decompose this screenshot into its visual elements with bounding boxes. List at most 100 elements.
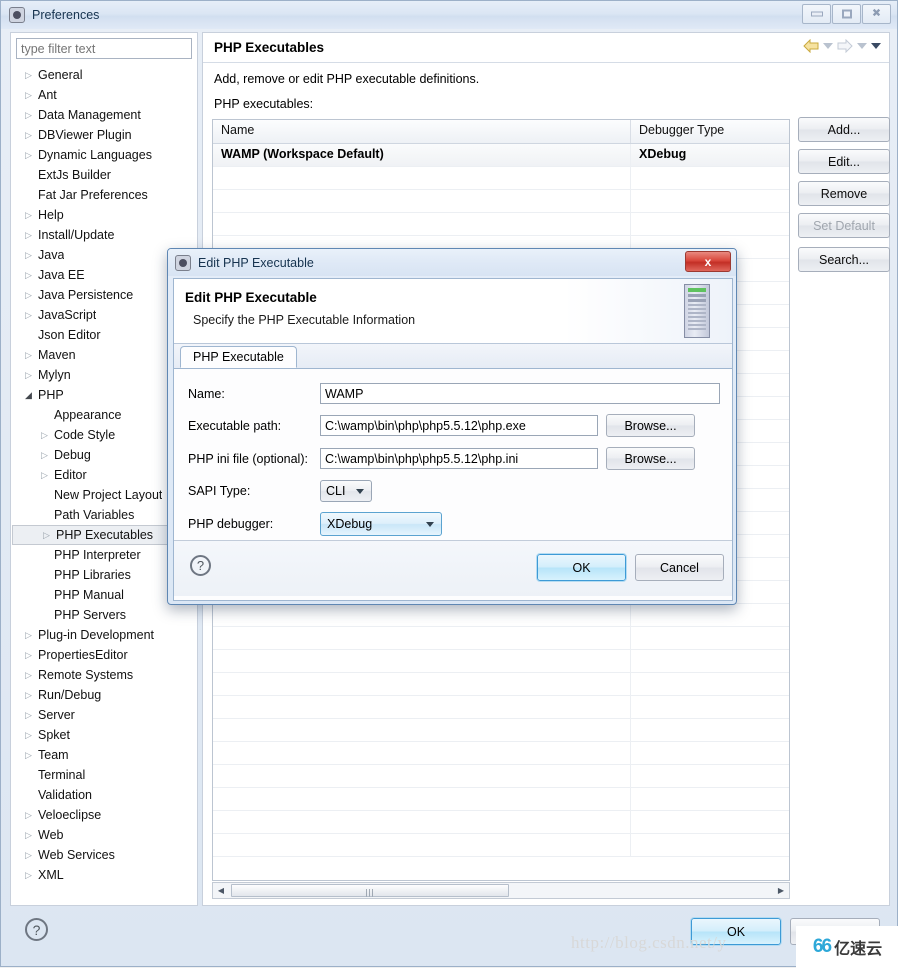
- sidebar-item-extjs-builder[interactable]: ExtJs Builder: [11, 165, 197, 185]
- chevron-right-icon[interactable]: ▷: [25, 870, 38, 880]
- sidebar-item-php-servers[interactable]: PHP Servers: [11, 605, 197, 625]
- remove-button[interactable]: Remove: [798, 181, 890, 206]
- sidebar-item-label: Terminal: [38, 768, 86, 782]
- sidebar-item-label: PHP Interpreter: [54, 548, 141, 562]
- search-input[interactable]: [16, 38, 192, 59]
- tab-php-executable[interactable]: PHP Executable: [180, 346, 297, 368]
- add-button[interactable]: Add...: [798, 117, 890, 142]
- dialog-close-button[interactable]: x: [685, 251, 731, 272]
- chevron-right-icon[interactable]: ▷: [25, 370, 38, 380]
- chevron-right-icon[interactable]: ▷: [25, 810, 38, 820]
- chevron-right-icon[interactable]: ▷: [25, 750, 38, 760]
- chevron-right-icon[interactable]: ▷: [25, 690, 38, 700]
- table-row[interactable]: WAMP (Workspace Default) XDebug: [213, 144, 789, 167]
- sidebar-item-plug-in-development[interactable]: ▷ Plug-in Development: [11, 625, 197, 645]
- sidebar-item-fat-jar-preferences[interactable]: Fat Jar Preferences: [11, 185, 197, 205]
- help-icon[interactable]: ?: [25, 918, 48, 941]
- sidebar-item-propertieseditor[interactable]: ▷ PropertiesEditor: [11, 645, 197, 665]
- logo-text: 亿速云: [834, 941, 883, 958]
- name-field[interactable]: [320, 383, 720, 404]
- sidebar-item-run-debug[interactable]: ▷ Run/Debug: [11, 685, 197, 705]
- chevron-right-icon[interactable]: ▷: [25, 250, 38, 260]
- chevron-right-icon[interactable]: ▷: [25, 650, 38, 660]
- sidebar-item-server[interactable]: ▷ Server: [11, 705, 197, 725]
- sidebar-item-install-update[interactable]: ▷ Install/Update: [11, 225, 197, 245]
- edit-button[interactable]: Edit...: [798, 149, 890, 174]
- sidebar-item-web[interactable]: ▷ Web: [11, 825, 197, 845]
- chevron-right-icon[interactable]: ▷: [25, 710, 38, 720]
- sidebar-item-help[interactable]: ▷ Help: [11, 205, 197, 225]
- column-header-debugger-type[interactable]: Debugger Type: [631, 120, 789, 143]
- ini-file-label: PHP ini file (optional):: [188, 451, 308, 466]
- column-header-name[interactable]: Name: [213, 120, 631, 143]
- chevron-right-icon[interactable]: ▷: [25, 830, 38, 840]
- chevron-right-icon[interactable]: ▷: [41, 450, 54, 460]
- sidebar-item-web-services[interactable]: ▷ Web Services: [11, 845, 197, 865]
- chevron-right-icon[interactable]: ▷: [25, 270, 38, 280]
- back-history-dropdown-icon[interactable]: [823, 43, 833, 49]
- chevron-right-icon[interactable]: ▷: [25, 290, 38, 300]
- page-menu-dropdown-icon[interactable]: [871, 43, 881, 49]
- forward-history-dropdown-icon[interactable]: [857, 43, 867, 49]
- chevron-right-icon[interactable]: ▷: [25, 630, 38, 640]
- php-debugger-select[interactable]: XDebug: [320, 512, 442, 536]
- cell-empty: [631, 213, 789, 235]
- scrollbar-thumb[interactable]: |||: [231, 884, 509, 897]
- sidebar-item-spket[interactable]: ▷ Spket: [11, 725, 197, 745]
- minimize-button[interactable]: [802, 4, 831, 24]
- sidebar-item-veloeclipse[interactable]: ▷ Veloeclipse: [11, 805, 197, 825]
- sidebar-item-xml[interactable]: ▷ XML: [11, 865, 197, 885]
- dialog-form: Name: Executable path: Browse... PHP ini…: [174, 369, 732, 541]
- dialog-help-icon[interactable]: ?: [190, 555, 211, 576]
- sidebar-item-general[interactable]: ▷ General: [11, 65, 197, 85]
- sidebar-item-remote-systems[interactable]: ▷ Remote Systems: [11, 665, 197, 685]
- chevron-right-icon[interactable]: ▷: [25, 670, 38, 680]
- chevron-right-icon[interactable]: ▷: [25, 90, 38, 100]
- chevron-right-icon[interactable]: ▷: [25, 310, 38, 320]
- sidebar-item-label: JavaScript: [38, 308, 97, 322]
- scrollbar-track[interactable]: |||: [229, 883, 773, 898]
- chevron-right-icon[interactable]: ▷: [25, 210, 38, 220]
- chevron-right-icon[interactable]: ▷: [41, 470, 54, 480]
- cell-empty: [631, 696, 789, 718]
- sapi-type-select[interactable]: CLI: [320, 480, 372, 502]
- table-row-empty: [213, 742, 789, 765]
- back-arrow-icon[interactable]: [803, 39, 819, 53]
- dialog-subheading: Specify the PHP Executable Information: [193, 313, 416, 327]
- chevron-right-icon[interactable]: ▷: [25, 350, 38, 360]
- chevron-right-icon[interactable]: ▷: [25, 110, 38, 120]
- chevron-down-icon[interactable]: ◢: [25, 390, 38, 400]
- sidebar-item-dbviewer-plugin[interactable]: ▷ DBViewer Plugin: [11, 125, 197, 145]
- chevron-right-icon[interactable]: ▷: [25, 150, 38, 160]
- browse-ini-button[interactable]: Browse...: [606, 447, 695, 470]
- chevron-right-icon[interactable]: ▷: [43, 530, 56, 540]
- scroll-right-icon[interactable]: ▶: [773, 886, 789, 895]
- sidebar-item-data-management[interactable]: ▷ Data Management: [11, 105, 197, 125]
- search-button[interactable]: Search...: [798, 247, 890, 272]
- chevron-right-icon[interactable]: ▷: [25, 850, 38, 860]
- ini-file-field[interactable]: [320, 448, 598, 469]
- chevron-right-icon[interactable]: ▷: [25, 230, 38, 240]
- chevron-right-icon[interactable]: ▷: [25, 70, 38, 80]
- sidebar-item-ant[interactable]: ▷ Ant: [11, 85, 197, 105]
- cloud-logo-icon: 66: [812, 936, 832, 957]
- sidebar-item-team[interactable]: ▷ Team: [11, 745, 197, 765]
- close-button[interactable]: ✖: [862, 4, 891, 24]
- executable-path-field[interactable]: [320, 415, 598, 436]
- chevron-right-icon[interactable]: ▷: [25, 130, 38, 140]
- browse-executable-button[interactable]: Browse...: [606, 414, 695, 437]
- horizontal-scrollbar[interactable]: ◀ ||| ▶: [212, 882, 790, 899]
- sidebar-item-php-executables[interactable]: ▷ PHP Executables: [12, 525, 177, 545]
- sidebar-item-label: Java Persistence: [38, 288, 134, 302]
- sidebar-item-label: PHP Executables: [56, 528, 154, 542]
- restore-button[interactable]: [832, 4, 861, 24]
- scroll-left-icon[interactable]: ◀: [213, 886, 229, 895]
- chevron-right-icon[interactable]: ▷: [41, 430, 54, 440]
- sidebar-item-dynamic-languages[interactable]: ▷ Dynamic Languages: [11, 145, 197, 165]
- dialog-ok-button[interactable]: OK: [536, 553, 627, 582]
- sidebar-item-terminal[interactable]: Terminal: [11, 765, 197, 785]
- sidebar-item-validation[interactable]: Validation: [11, 785, 197, 805]
- dialog-cancel-button[interactable]: Cancel: [635, 554, 724, 581]
- chevron-right-icon[interactable]: ▷: [25, 730, 38, 740]
- cell-empty: [213, 765, 631, 787]
